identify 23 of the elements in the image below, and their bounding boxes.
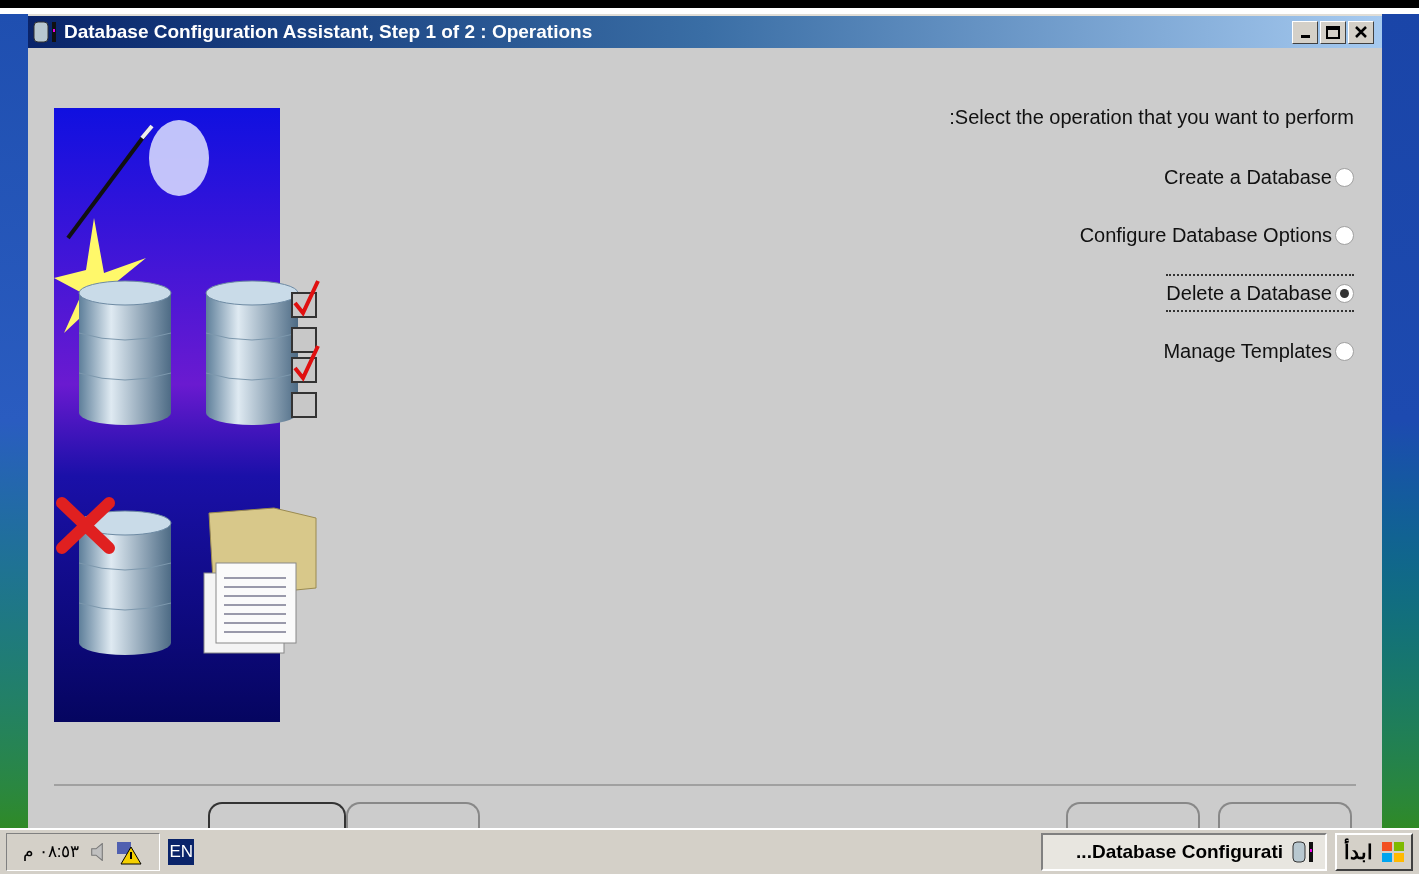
clock: ٠٨:٥٣ م	[23, 841, 80, 864]
operation-option[interactable]: Manage Templates	[1163, 332, 1354, 370]
language-indicator[interactable]: EN	[168, 839, 195, 865]
operation-option[interactable]: Configure Database Options	[1079, 216, 1354, 254]
start-button[interactable]: ابدأ	[1335, 833, 1413, 871]
maximize-button[interactable]	[1320, 20, 1346, 44]
radio-button[interactable]	[1335, 283, 1354, 303]
minimize-icon	[1300, 34, 1310, 38]
instruction-text: :Select the operation that you want to perform	[949, 105, 1354, 130]
operation-option[interactable]: Create a Database	[1164, 158, 1354, 196]
operation-option[interactable]: Delete a Database	[1166, 274, 1354, 312]
maximize-icon	[1326, 25, 1340, 39]
window-title: Database Configuration Assistant, Step 1 of 2 : Operations	[64, 19, 593, 44]
close-icon	[1355, 26, 1367, 38]
windows-logo-icon	[1380, 841, 1405, 863]
radio-button[interactable]	[1335, 167, 1354, 187]
close-button[interactable]	[1348, 20, 1374, 44]
minimize-button[interactable]	[1292, 20, 1318, 44]
speaker-icon	[91, 843, 104, 861]
radio-button[interactable]	[1335, 225, 1354, 245]
taskbar-window-button[interactable]: ...Database Configurati	[1041, 833, 1327, 871]
network-warning-icon	[115, 839, 144, 865]
radio-button[interactable]	[1335, 341, 1354, 361]
